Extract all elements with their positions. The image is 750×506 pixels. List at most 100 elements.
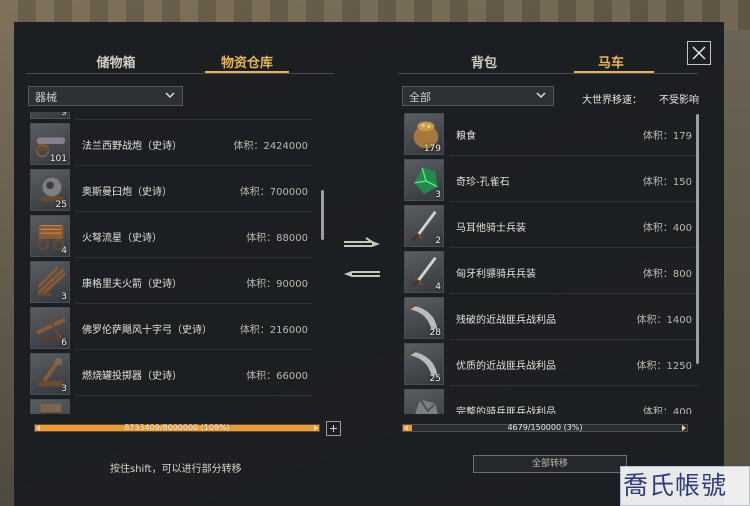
row-separator <box>449 247 700 248</box>
bar-left-end-icon <box>36 425 40 431</box>
item-thumbnail <box>30 399 70 414</box>
item-quantity: 3 <box>61 384 67 394</box>
expand-capacity-button[interactable] <box>326 421 341 436</box>
list-item[interactable]: 攻城塔 体积：460000 <box>30 398 312 414</box>
map-speed-label: 大世界移速： <box>582 95 642 106</box>
item-quantity: 25 <box>55 200 67 210</box>
item-volume: 体积：66000 <box>246 371 308 382</box>
item-quantity: 28 <box>429 328 441 338</box>
row-separator <box>75 349 312 350</box>
item-volume: 体积：88000 <box>246 233 308 244</box>
item-thumbnail <box>404 389 444 414</box>
left-filter-dropdown[interactable]: 器械 <box>28 86 183 106</box>
transfer-left-arrow-icon[interactable] <box>342 267 382 281</box>
background-left <box>0 30 14 506</box>
item-quantity: 101 <box>49 154 67 164</box>
item-thumbnail: 2 <box>404 205 444 247</box>
item-thumbnail: 25 <box>404 343 444 385</box>
transfer-right-arrow-icon[interactable] <box>342 237 382 251</box>
item-name: 康格里夫火箭（史诗） <box>82 279 182 290</box>
item-thumbnail: 179 <box>404 113 444 155</box>
item-quantity: 3 <box>435 190 441 200</box>
item-quantity: 6 <box>61 338 67 348</box>
item-volume: 体积：90000 <box>246 279 308 290</box>
list-item[interactable]: 3 康格里夫火箭（史诗） 体积：90000 <box>30 260 312 304</box>
background-right <box>724 30 750 506</box>
list-item[interactable]: 25 优质的近战匪兵战利品 体积：1250 <box>404 342 700 386</box>
item-volume: 体积：400 <box>642 407 692 414</box>
item-thumbnail: 101 <box>30 123 70 165</box>
item-quantity: 4 <box>61 246 67 256</box>
row-separator <box>449 201 700 202</box>
list-item[interactable]: 9 <box>30 112 312 120</box>
row-separator <box>75 257 312 258</box>
item-quantity: 2 <box>435 236 441 246</box>
item-name: 残破的近战匪兵战利品 <box>456 315 556 326</box>
item-volume: 体积：460000 <box>240 413 308 414</box>
right-capacity-text: 4679/150000 (3%) <box>507 423 583 432</box>
list-item[interactable]: 3 燃烧罐投掷器（史诗） 体积：66000 <box>30 352 312 396</box>
bar-left-end-icon <box>404 425 408 431</box>
item-thumbnail: 25 <box>30 169 70 211</box>
left-scrollbar[interactable] <box>321 190 324 240</box>
left-item-list[interactable]: 9 101 法兰西野战炮（史诗） 体积：2424000 25 奥斯曼臼炮（史诗） 体积：70… <box>30 112 312 414</box>
item-name: 法兰西野战炮（史诗） <box>82 141 182 152</box>
row-separator <box>449 155 700 156</box>
row-separator <box>449 293 700 294</box>
list-item[interactable]: 完整的骑兵匪兵战利品 体积：400 <box>404 388 700 414</box>
partial-transfer-hint: 按住shift，可以进行部分转移 <box>110 464 242 475</box>
row-separator <box>75 303 312 304</box>
item-quantity: 9 <box>61 112 67 118</box>
item-quantity: 179 <box>423 144 441 154</box>
watermark: 喬氏帳號 <box>620 466 750 506</box>
list-item[interactable]: 2 马耳他骑士兵装 体积：400 <box>404 204 700 248</box>
bar-right-end-icon <box>314 425 318 431</box>
item-quantity: 3 <box>61 292 67 302</box>
item-volume: 体积：700000 <box>239 187 308 198</box>
row-separator <box>449 339 700 340</box>
list-item[interactable]: 28 残破的近战匪兵战利品 体积：1400 <box>404 296 700 340</box>
item-thumbnail: 3 <box>30 353 70 395</box>
right-capacity-bar: 4679/150000 (3%) <box>402 423 688 432</box>
list-item[interactable]: 6 佛罗伦萨飓风十字弓（史诗） 体积：216000 <box>30 306 312 350</box>
right-filter-value: 全部 <box>409 91 431 104</box>
item-quantity: 4 <box>435 282 441 292</box>
map-speed-value: 不受影响 <box>659 95 699 106</box>
item-name: 燃烧罐投掷器（史诗） <box>82 371 182 382</box>
item-thumbnail: 9 <box>30 112 70 119</box>
item-thumbnail: 3 <box>30 261 70 303</box>
item-name: 佛罗伦萨飓风十字弓（史诗） <box>82 325 212 336</box>
bar-right-end-icon <box>682 425 686 431</box>
tab-storage-box[interactable]: 储物箱 <box>76 52 156 71</box>
list-item[interactable]: 25 奥斯曼臼炮（史诗） 体积：700000 <box>30 168 312 212</box>
item-volume: 体积：400 <box>642 223 692 234</box>
close-icon <box>692 46 706 60</box>
item-volume: 体积：800 <box>642 269 692 280</box>
list-item[interactable]: 3 奇珍-孔雀石 体积：150 <box>404 158 700 202</box>
item-volume: 体积：179 <box>642 131 692 142</box>
left-filter-value: 器械 <box>35 91 57 104</box>
siege-tower-icon <box>40 403 62 414</box>
close-button[interactable] <box>687 41 711 65</box>
list-item[interactable]: 101 法兰西野战炮（史诗） 体积：2424000 <box>30 122 312 166</box>
right-filter-dropdown[interactable]: 全部 <box>402 86 554 106</box>
item-name: 粮食 <box>456 131 476 142</box>
list-item[interactable]: 179 粮食 体积：179 <box>404 112 700 156</box>
transfer-all-button[interactable]: 全部转移 <box>473 455 627 473</box>
tab-material-warehouse[interactable]: 物资仓库 <box>200 52 294 71</box>
list-item[interactable]: 4 匈牙利骠骑兵兵装 体积：800 <box>404 250 700 294</box>
tab-backpack[interactable]: 背包 <box>452 52 516 71</box>
right-scrollbar[interactable] <box>696 114 699 364</box>
chevron-down-icon <box>165 92 175 99</box>
item-volume: 体积：1400 <box>636 315 692 326</box>
row-separator <box>75 211 312 212</box>
item-thumbnail: 6 <box>30 307 70 349</box>
right-item-list[interactable]: 179 粮食 体积：179 3 奇珍-孔雀石 体积：150 2 马耳他骑士兵装 体积：400 4 匈… <box>404 112 700 414</box>
item-volume: 体积：1250 <box>636 361 692 372</box>
item-volume: 体积：216000 <box>239 325 308 336</box>
transfer-window: 储物箱 物资仓库 器械 9 101 法兰西野战炮（史诗） 体积：2424000 25 奥斯… <box>14 22 724 506</box>
tab-wagon[interactable]: 马车 <box>579 52 643 71</box>
list-item[interactable]: 4 火弩流星（史诗） 体积：88000 <box>30 214 312 258</box>
item-thumbnail: 3 <box>404 159 444 201</box>
item-name: 优质的近战匪兵战利品 <box>456 361 556 372</box>
